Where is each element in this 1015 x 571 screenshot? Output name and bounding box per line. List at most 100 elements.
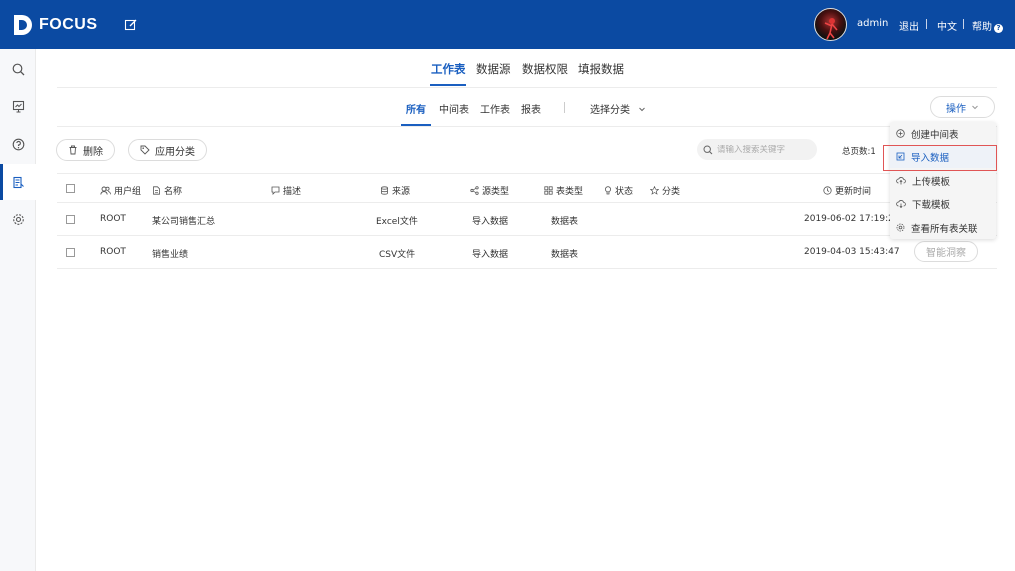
col-name-label: 名称 xyxy=(164,187,183,197)
col-description[interactable]: 描述 xyxy=(271,184,301,197)
bulb-icon xyxy=(605,186,611,195)
divider xyxy=(564,102,565,113)
cell-updated-time: 2019-06-02 17:19:21 xyxy=(804,214,900,224)
subtab-worksheet[interactable]: 工作表 xyxy=(480,101,510,116)
col-status-label: 状态 xyxy=(615,187,634,197)
tag-icon xyxy=(140,145,150,155)
sidebar-item-help[interactable] xyxy=(0,126,36,162)
question-circle-icon xyxy=(12,138,24,150)
data-list-icon xyxy=(12,176,24,188)
table-header: 用户组 名称 描述 来源 源类型 表类型 状态 分类 更新时间 xyxy=(57,173,997,203)
cell-source: Excel文件 xyxy=(376,217,418,227)
tab-fill-data[interactable]: 填报数据 xyxy=(578,61,624,77)
row-checkbox[interactable] xyxy=(66,248,75,257)
col-source[interactable]: 来源 xyxy=(380,184,410,197)
col-category-label: 分类 xyxy=(662,187,681,197)
menu-item-label: 下载模板 xyxy=(912,199,951,211)
language-link[interactable]: 中文 xyxy=(937,18,957,33)
operations-button[interactable]: 操作 xyxy=(930,96,995,118)
logout-link[interactable]: 退出 xyxy=(899,18,919,33)
cell-source: CSV文件 xyxy=(379,250,416,260)
search-icon xyxy=(12,63,24,75)
clock-icon xyxy=(823,186,832,195)
col-updated-time-label: 更新时间 xyxy=(835,187,872,197)
cell-user-group: ROOT xyxy=(100,214,126,224)
subtab-intermediate[interactable]: 中间表 xyxy=(439,101,469,116)
search-icon xyxy=(703,144,713,154)
database-icon xyxy=(381,186,388,195)
menu-item-download-template[interactable]: 下载模板 xyxy=(890,192,996,215)
tab-datasource[interactable]: 数据源 xyxy=(476,61,511,77)
menu-item-label: 创建中间表 xyxy=(911,129,959,141)
divider xyxy=(57,126,997,127)
users-icon xyxy=(100,186,111,195)
table-row[interactable]: ROOT 销售业绩 CSV文件 导入数据 数据表 2019-04-03 15:4… xyxy=(57,236,997,269)
col-status[interactable]: 状态 xyxy=(604,184,633,197)
row-checkbox[interactable] xyxy=(66,215,75,224)
category-select[interactable]: 选择分类 xyxy=(590,101,646,116)
help-label: 帮助 xyxy=(972,22,992,33)
delete-button[interactable]: 删除 xyxy=(56,139,115,161)
cell-source-type: 导入数据 xyxy=(472,217,509,227)
table-row[interactable]: ROOT 某公司销售汇总 Excel文件 导入数据 数据表 2019-06-02… xyxy=(57,203,997,236)
col-description-label: 描述 xyxy=(283,187,302,197)
gear-icon xyxy=(12,213,24,225)
delete-label: 删除 xyxy=(83,146,103,158)
cell-table-type: 数据表 xyxy=(551,250,579,260)
cell-source-type: 导入数据 xyxy=(472,250,509,260)
col-name[interactable]: 名称 xyxy=(152,184,182,197)
cloud-download-icon xyxy=(896,200,906,208)
subtab-report[interactable]: 报表 xyxy=(521,101,541,116)
apply-category-button[interactable]: 应用分类 xyxy=(128,139,207,161)
sidebar xyxy=(0,49,36,571)
search-box[interactable] xyxy=(697,139,817,160)
search-input[interactable] xyxy=(717,144,812,155)
avatar[interactable] xyxy=(814,8,847,41)
col-source-type[interactable]: 源类型 xyxy=(470,184,509,197)
col-source-label: 来源 xyxy=(392,187,411,197)
username-label[interactable]: admin xyxy=(857,18,888,29)
sidebar-item-dashboard[interactable] xyxy=(0,88,36,124)
sidebar-item-data[interactable] xyxy=(0,164,36,200)
menu-item-create-intermediate[interactable]: 创建中间表 xyxy=(890,122,996,145)
avatar-figure-icon xyxy=(824,18,838,40)
comment-icon xyxy=(271,186,280,195)
focus-logo[interactable]: FOCUS xyxy=(12,12,98,38)
cell-name[interactable]: 销售业绩 xyxy=(152,247,188,260)
col-table-type-label: 表类型 xyxy=(556,187,584,197)
col-user-group[interactable]: 用户组 xyxy=(100,184,141,197)
plus-circle-icon xyxy=(896,129,905,138)
select-all-checkbox[interactable] xyxy=(66,184,75,193)
apply-category-label: 应用分类 xyxy=(155,146,195,158)
board-icon xyxy=(12,100,24,112)
help-link[interactable]: 帮助? xyxy=(972,18,1003,33)
document-icon xyxy=(153,186,160,195)
col-category[interactable]: 分类 xyxy=(650,184,680,197)
operations-label: 操作 xyxy=(946,103,966,115)
chevron-down-icon xyxy=(639,107,646,112)
total-pages: 总页数:1 xyxy=(842,147,876,157)
trash-icon xyxy=(69,145,77,155)
menu-item-label: 上传模板 xyxy=(912,176,951,188)
smart-insight-button[interactable]: 智能洞察 xyxy=(914,241,978,262)
tab-data-permission[interactable]: 数据权限 xyxy=(522,61,568,77)
col-table-type[interactable]: 表类型 xyxy=(544,184,583,197)
subtab-all[interactable]: 所有 xyxy=(406,101,426,116)
help-circle-icon: ? xyxy=(994,24,1003,33)
edit-icon[interactable] xyxy=(124,18,138,32)
tab-worksheet[interactable]: 工作表 xyxy=(431,61,466,77)
divider xyxy=(57,87,997,88)
menu-item-view-relations[interactable]: 查看所有表关联 xyxy=(890,216,996,239)
menu-item-upload-template[interactable]: 上传模板 xyxy=(890,169,996,192)
cell-name[interactable]: 某公司销售汇总 xyxy=(152,214,215,227)
category-select-label: 选择分类 xyxy=(590,105,630,116)
header-separator xyxy=(963,19,964,29)
sidebar-item-settings[interactable] xyxy=(0,201,36,237)
col-updated-time[interactable]: 更新时间 xyxy=(823,184,871,197)
sidebar-item-search[interactable] xyxy=(0,51,36,87)
cell-table-type: 数据表 xyxy=(551,217,579,227)
cell-user-group: ROOT xyxy=(100,247,126,257)
gear-icon xyxy=(896,223,905,232)
operations-dropdown: 创建中间表 导入数据 上传模板 下载模板 查看所有表关联 xyxy=(890,122,996,239)
logo-mark-icon xyxy=(14,15,32,35)
